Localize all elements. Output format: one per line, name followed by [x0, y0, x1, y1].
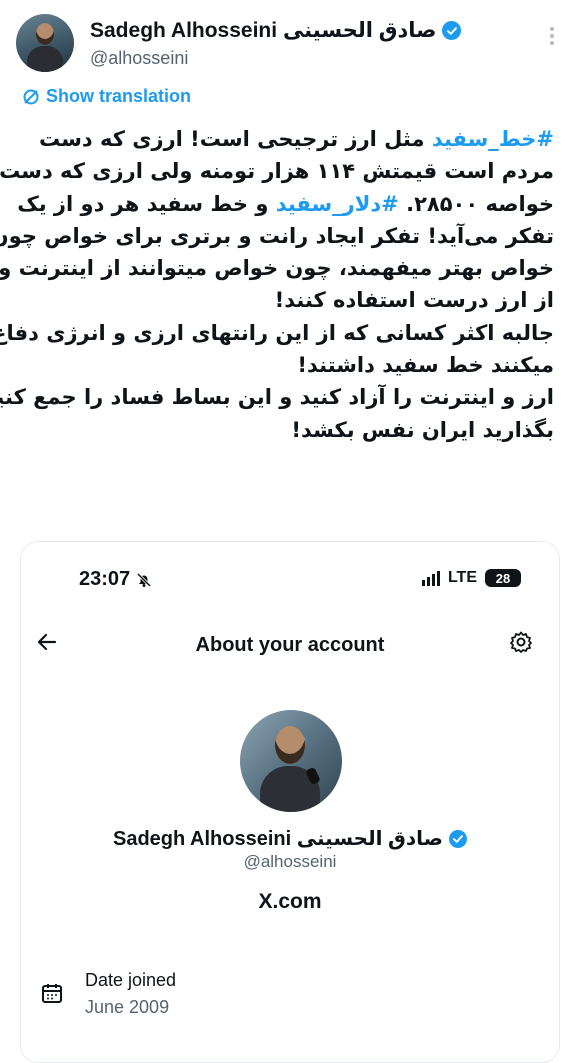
- author-name[interactable]: Sadegh Alhosseini صادق الحسینی: [90, 18, 436, 43]
- signal-icon: [421, 570, 440, 586]
- tweet-line: خواصه ۲۸۵۰۰. #دلار_سفید و خط سفید هر دو …: [16, 188, 554, 220]
- tweet-line: تفکر می‌آید! تفکر ایجاد رانت و برتری برا…: [0, 223, 554, 248]
- tweet-line: از ارز درست استفاده کنند!: [274, 288, 554, 313]
- profile-avatar: [240, 710, 342, 812]
- gear-icon[interactable]: [509, 630, 533, 661]
- tweet-line: ارز و اینترنت را آزاد کنید و این بساط فس…: [0, 385, 554, 410]
- battery-level: 28: [495, 570, 511, 586]
- status-time-text: 23:07: [79, 568, 131, 590]
- status-bar-right: LTE 28: [421, 569, 521, 587]
- tweet-text: #خط_سفید مثل ارز ترجیحی است! ارزی که دست…: [0, 123, 554, 446]
- network-label: LTE: [447, 569, 477, 586]
- show-translation-link[interactable]: Show translation: [22, 86, 191, 107]
- date-joined-label: Date joined: [85, 970, 177, 990]
- embedded-screenshot[interactable]: 23:07 LTE 28 About your account Sadegh A…: [20, 541, 560, 1063]
- tweet-line-text: و خط سفید هر دو از یک: [17, 191, 276, 216]
- author-name-row: Sadegh Alhosseini صادق الحسینی: [90, 18, 462, 43]
- avatar-head: [36, 23, 54, 45]
- tweet-line: مردم است قیمتش ۱۱۴ هزار تومنه ولی ارزی ک…: [0, 159, 554, 184]
- status-bar-time: 23:07: [79, 568, 152, 591]
- hashtag-link[interactable]: #خط_سفید: [432, 127, 554, 151]
- translate-icon: [23, 89, 39, 104]
- tweet-line: میکنند خط سفید داشتند!: [297, 353, 554, 378]
- hashtag-link[interactable]: #دلار_سفید: [276, 192, 399, 216]
- author-avatar[interactable]: [16, 14, 74, 72]
- tweet-line: خواص بهتر میفهمند، چون خواص میتوانند از …: [0, 256, 554, 281]
- profile-name-row: Sadegh Alhosseini صادق الحسینی: [21, 826, 559, 851]
- site-label: X.com: [258, 890, 322, 913]
- verified-icon: [442, 21, 462, 40]
- tweet-line-text: مثل ارز ترجیحی است! ارزی که دست: [39, 127, 432, 151]
- tweet-line-text: خواصه ۲۸۵۰۰.: [398, 191, 554, 216]
- avatar-head: [275, 726, 305, 764]
- mute-bell-icon: [137, 572, 152, 587]
- verified-icon: [448, 829, 467, 848]
- profile-name: Sadegh Alhosseini صادق الحسینی: [113, 828, 443, 850]
- more-options-icon[interactable]: [550, 24, 554, 48]
- calendar-icon: [41, 982, 63, 1004]
- tweet-line: #خط_سفید مثل ارز ترجیحی است! ارزی که دست: [16, 123, 554, 155]
- date-joined-value: June 2009: [85, 997, 170, 1017]
- author-handle[interactable]: @alhosseini: [90, 48, 188, 69]
- avatar-body: [27, 46, 63, 72]
- tweet-line: جالبه اکثر کسانی که از این رانتهای ارزی …: [0, 320, 554, 345]
- tweet-line: بگذارید ایران نفس بکشد!: [291, 417, 554, 442]
- show-translation-label: Show translation: [46, 86, 192, 106]
- profile-handle: @alhosseini: [243, 852, 337, 871]
- screen-title: About your account: [195, 634, 385, 656]
- battery-icon: 28: [485, 569, 521, 587]
